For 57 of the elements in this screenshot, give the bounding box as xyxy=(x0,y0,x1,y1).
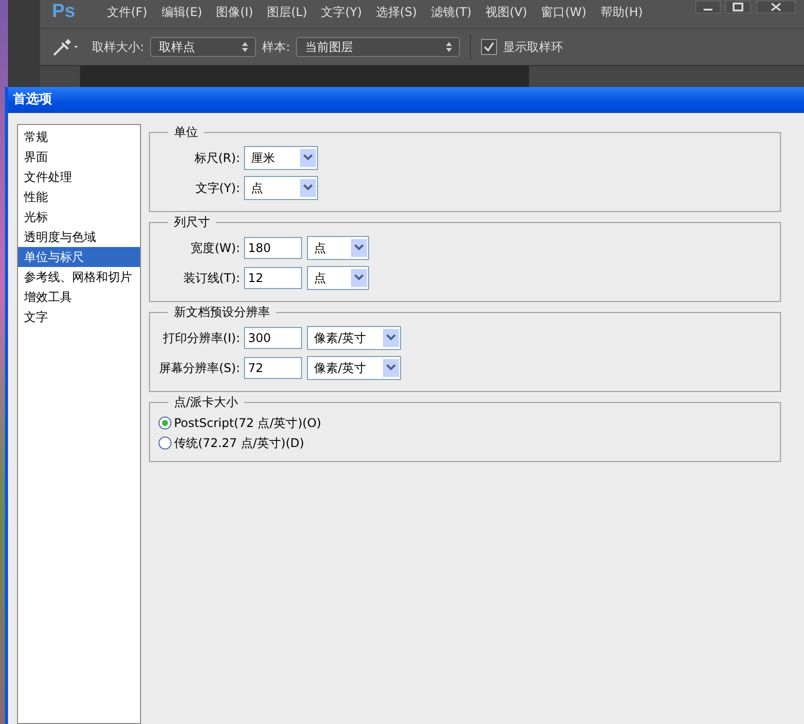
radio-button[interactable] xyxy=(158,436,172,450)
number-field[interactable]: 180 xyxy=(244,237,302,259)
group-title: 点/派卡大小 xyxy=(173,394,240,411)
menu-item[interactable]: 视图(V) xyxy=(478,4,534,20)
radio-label: PostScript(72 点/英寸)(O) xyxy=(174,414,322,432)
menu-item[interactable]: 文件(F) xyxy=(100,4,154,20)
category-item[interactable]: 常规 xyxy=(18,127,140,147)
app-logo: Ps xyxy=(51,1,76,23)
group-title: 列尺寸 xyxy=(173,214,211,231)
sample-size-dropdown[interactable]: 取样点 xyxy=(150,37,256,57)
category-item[interactable]: 界面 xyxy=(18,147,140,167)
maximize-icon[interactable] xyxy=(724,0,752,14)
group-title: 单位 xyxy=(173,124,199,141)
field-label: 屏幕分辨率(S): xyxy=(158,360,240,376)
field-label: 文字(Y): xyxy=(194,180,240,196)
unit-dropdown[interactable]: 点 xyxy=(244,176,318,200)
field-label: 标尺(R): xyxy=(193,150,240,166)
number-field[interactable]: 300 xyxy=(244,327,302,349)
category-item[interactable]: 文字 xyxy=(18,307,140,327)
category-item[interactable]: 增效工具 xyxy=(18,287,140,307)
radio-label: 传统(72.27 点/英寸)(D) xyxy=(174,434,304,452)
category-item[interactable]: 透明度与色域 xyxy=(18,227,140,247)
unit-dropdown[interactable]: 像素/英寸 xyxy=(307,326,401,350)
menu-item[interactable]: 滤镜(T) xyxy=(424,4,479,20)
group-title: 新文档预设分辨率 xyxy=(173,304,271,321)
unit-dropdown[interactable]: 厘米 xyxy=(244,146,318,170)
minimize-icon[interactable] xyxy=(694,0,722,14)
menu-item[interactable]: 编辑(E) xyxy=(154,4,210,20)
radio-button[interactable] xyxy=(158,416,172,430)
category-item[interactable]: 单位与标尺 xyxy=(18,247,140,267)
unit-dropdown[interactable]: 像素/英寸 xyxy=(307,356,401,380)
show-ring-label: 显示取样环 xyxy=(503,38,564,56)
menu-item[interactable]: 窗口(W) xyxy=(534,4,594,20)
show-ring-checkbox[interactable] xyxy=(481,39,498,55)
field-label: 打印分辨率(I): xyxy=(162,330,240,346)
sample-size-label: 取样大小: xyxy=(92,38,144,56)
category-item[interactable]: 光标 xyxy=(18,207,140,227)
updown-icon xyxy=(445,41,454,53)
category-item[interactable]: 文件处理 xyxy=(18,167,140,187)
number-field[interactable]: 72 xyxy=(244,357,302,379)
field-label: 装订线(T): xyxy=(182,270,240,286)
menu-item[interactable]: 图像(I) xyxy=(209,4,260,20)
updown-icon xyxy=(241,41,250,53)
close-icon[interactable] xyxy=(754,0,798,14)
unit-dropdown[interactable]: 点 xyxy=(307,266,369,290)
category-item[interactable]: 性能 xyxy=(18,187,140,207)
menu-item[interactable]: 帮助(H) xyxy=(593,4,650,20)
sample-dropdown[interactable]: 当前图层 xyxy=(296,37,460,57)
number-field[interactable]: 12 xyxy=(244,267,302,289)
sample-label: 样本: xyxy=(262,38,290,56)
unit-dropdown[interactable]: 点 xyxy=(307,236,369,260)
menu-item[interactable]: 文字(Y) xyxy=(314,4,369,20)
menu-item[interactable]: 选择(S) xyxy=(368,4,424,20)
menu-item[interactable]: 图层(L) xyxy=(260,4,314,20)
dialog-title: 首选项 xyxy=(8,87,804,113)
category-item[interactable]: 参考线、网格和切片 xyxy=(18,267,140,287)
field-label: 宽度(W): xyxy=(190,240,240,256)
